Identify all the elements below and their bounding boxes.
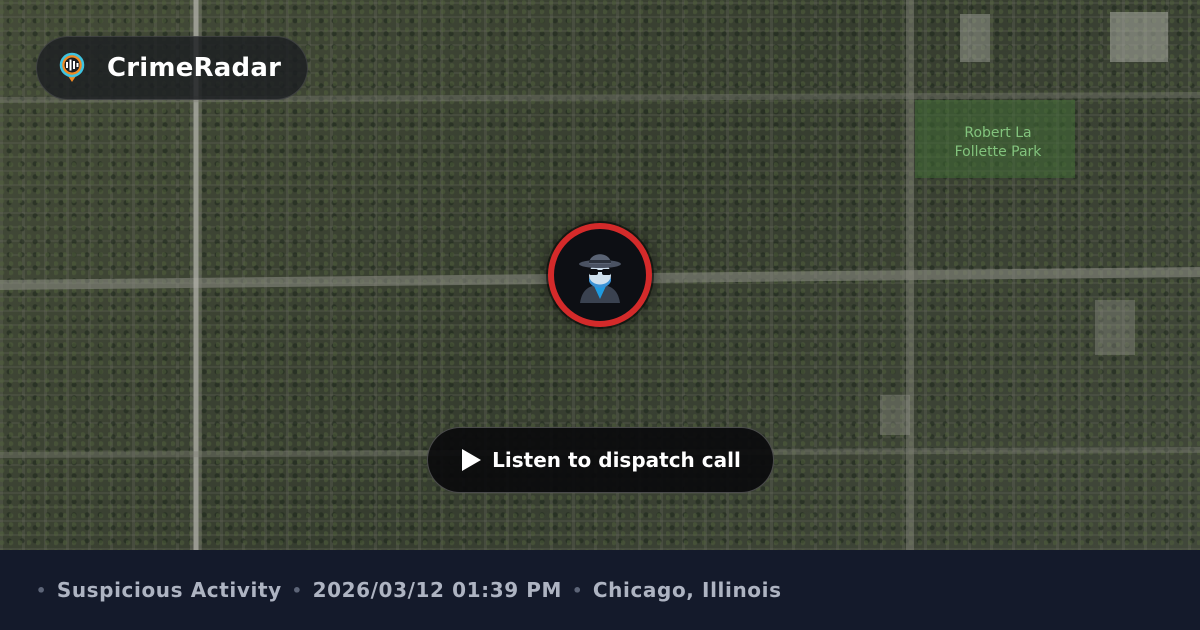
brand-badge[interactable]: CrimeRadar bbox=[36, 36, 308, 100]
share-card: Robert La Follette Park CrimeRadar Liste… bbox=[0, 0, 1200, 630]
radar-pin-icon bbox=[59, 52, 85, 82]
meta-separator: • bbox=[36, 580, 47, 600]
incident-meta-bar: • Suspicious Activity • 2026/03/12 01:39… bbox=[0, 550, 1200, 630]
park-label-line2: Follette Park bbox=[954, 144, 1042, 160]
incident-marker[interactable] bbox=[548, 223, 652, 327]
incognito-agent-icon bbox=[579, 254, 621, 303]
park-label-line1: Robert La bbox=[964, 125, 1032, 141]
incident-datetime: 2026/03/12 01:39 PM bbox=[312, 578, 563, 602]
park-label: Robert La Follette Park bbox=[948, 124, 1048, 162]
incident-category: Suspicious Activity bbox=[56, 578, 282, 602]
meta-separator: • bbox=[291, 580, 303, 600]
brand-name: CrimeRadar bbox=[107, 53, 282, 83]
incident-location: Chicago, Illinois bbox=[592, 578, 782, 602]
listen-dispatch-button[interactable]: Listen to dispatch call bbox=[427, 427, 774, 493]
listen-dispatch-label: Listen to dispatch call bbox=[492, 448, 741, 472]
play-icon bbox=[462, 449, 482, 471]
meta-separator: • bbox=[572, 580, 583, 600]
